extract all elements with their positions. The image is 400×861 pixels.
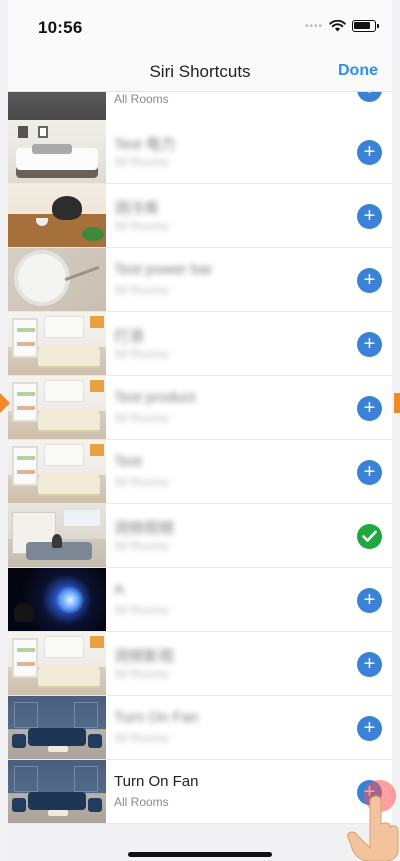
scene-room: All Rooms xyxy=(114,347,169,361)
scene-name: 打浪 xyxy=(114,328,145,345)
scene-name: Turn On Fan xyxy=(114,709,199,726)
scene-name: Test power bar xyxy=(114,261,213,278)
status-bar: 10:56 •••• xyxy=(8,0,392,52)
tutorial-arrow-left xyxy=(0,393,10,413)
scene-name: 测冷库 xyxy=(114,200,160,217)
scene-name: Turn On Fan xyxy=(114,773,199,790)
plus-circle-icon[interactable]: + xyxy=(357,396,382,421)
list-item[interactable]: 测频视频 All Rooms xyxy=(8,504,392,568)
done-button[interactable]: Done xyxy=(338,62,378,80)
plus-circle-icon[interactable]: + xyxy=(357,140,382,165)
scene-room: All Rooms xyxy=(114,219,169,233)
scene-room: All Rooms xyxy=(114,731,169,745)
wifi-icon xyxy=(329,20,346,32)
scene-thumbnail xyxy=(8,632,106,695)
status-indicators: •••• xyxy=(304,20,379,32)
battery-icon xyxy=(352,20,379,32)
list-item[interactable]: All Rooms + xyxy=(8,92,392,121)
scene-thumbnail xyxy=(8,440,106,503)
scene-name: A xyxy=(114,581,125,598)
scene-room: All Rooms xyxy=(114,667,169,681)
scene-thumbnail xyxy=(8,568,106,631)
plus-circle-icon[interactable]: + xyxy=(357,716,382,741)
scene-room: All Rooms xyxy=(114,603,169,617)
scene-thumbnail xyxy=(8,184,106,247)
scene-name: Test product xyxy=(114,389,196,406)
pointing-hand-icon xyxy=(347,795,399,861)
plus-circle-icon[interactable]: + xyxy=(357,268,382,293)
list-item[interactable]: 打浪 All Rooms + xyxy=(8,312,392,376)
list-item[interactable]: 测冷库 All Rooms + xyxy=(8,184,392,248)
scene-thumbnail xyxy=(8,92,106,120)
scene-thumbnail xyxy=(8,120,106,183)
scene-room: All Rooms xyxy=(114,795,169,809)
scene-name: Test xyxy=(114,453,142,470)
plus-circle-icon[interactable]: + xyxy=(357,652,382,677)
list-item[interactable]: Turn On Fan All Rooms + xyxy=(8,760,392,824)
scene-room: All Rooms xyxy=(114,283,169,297)
scene-room: All Rooms xyxy=(114,539,169,553)
plus-circle-icon[interactable]: + xyxy=(357,588,382,613)
signal-icon: •••• xyxy=(304,20,323,32)
scene-name: 测频影视 xyxy=(114,648,175,665)
list-item[interactable]: Test power bar All Rooms + xyxy=(8,248,392,312)
page-title: Siri Shortcuts xyxy=(149,62,251,81)
scene-thumbnail xyxy=(8,312,106,375)
list-item[interactable]: A All Rooms + xyxy=(8,568,392,632)
list-item[interactable]: Turn On Fan All Rooms + xyxy=(8,696,392,760)
shortcut-list[interactable]: All Rooms + Test 电力 All Rooms + 测冷库 All … xyxy=(8,92,392,824)
scene-name: 测频视频 xyxy=(114,520,175,537)
scene-room: All Rooms xyxy=(114,411,169,425)
scene-thumbnail xyxy=(8,760,106,823)
scene-room: All Rooms xyxy=(114,155,169,169)
list-item[interactable]: Test 电力 All Rooms + xyxy=(8,120,392,184)
home-indicator[interactable] xyxy=(128,852,272,857)
scene-thumbnail xyxy=(8,696,106,759)
phone-screen: 10:56 •••• Siri Shortcuts Done All Rooms… xyxy=(8,0,392,861)
plus-circle-icon[interactable]: + xyxy=(357,332,382,357)
check-circle-icon[interactable] xyxy=(357,524,382,549)
list-item[interactable]: 测频影视 All Rooms + xyxy=(8,632,392,696)
scene-thumbnail xyxy=(8,376,106,439)
scene-room: All Rooms xyxy=(114,475,169,489)
scene-name: Test 电力 xyxy=(114,136,176,153)
plus-circle-icon[interactable]: + xyxy=(357,204,382,229)
tutorial-arrow-right xyxy=(394,393,400,413)
list-item[interactable]: Test product All Rooms + xyxy=(8,376,392,440)
plus-circle-icon[interactable]: + xyxy=(357,92,382,102)
navigation-bar: Siri Shortcuts Done xyxy=(8,52,392,92)
status-time: 10:56 xyxy=(38,18,83,37)
plus-circle-icon[interactable]: + xyxy=(357,460,382,485)
scene-room: All Rooms xyxy=(114,92,169,106)
list-item[interactable]: Test All Rooms + xyxy=(8,440,392,504)
scene-thumbnail xyxy=(8,248,106,311)
scene-thumbnail xyxy=(8,504,106,567)
